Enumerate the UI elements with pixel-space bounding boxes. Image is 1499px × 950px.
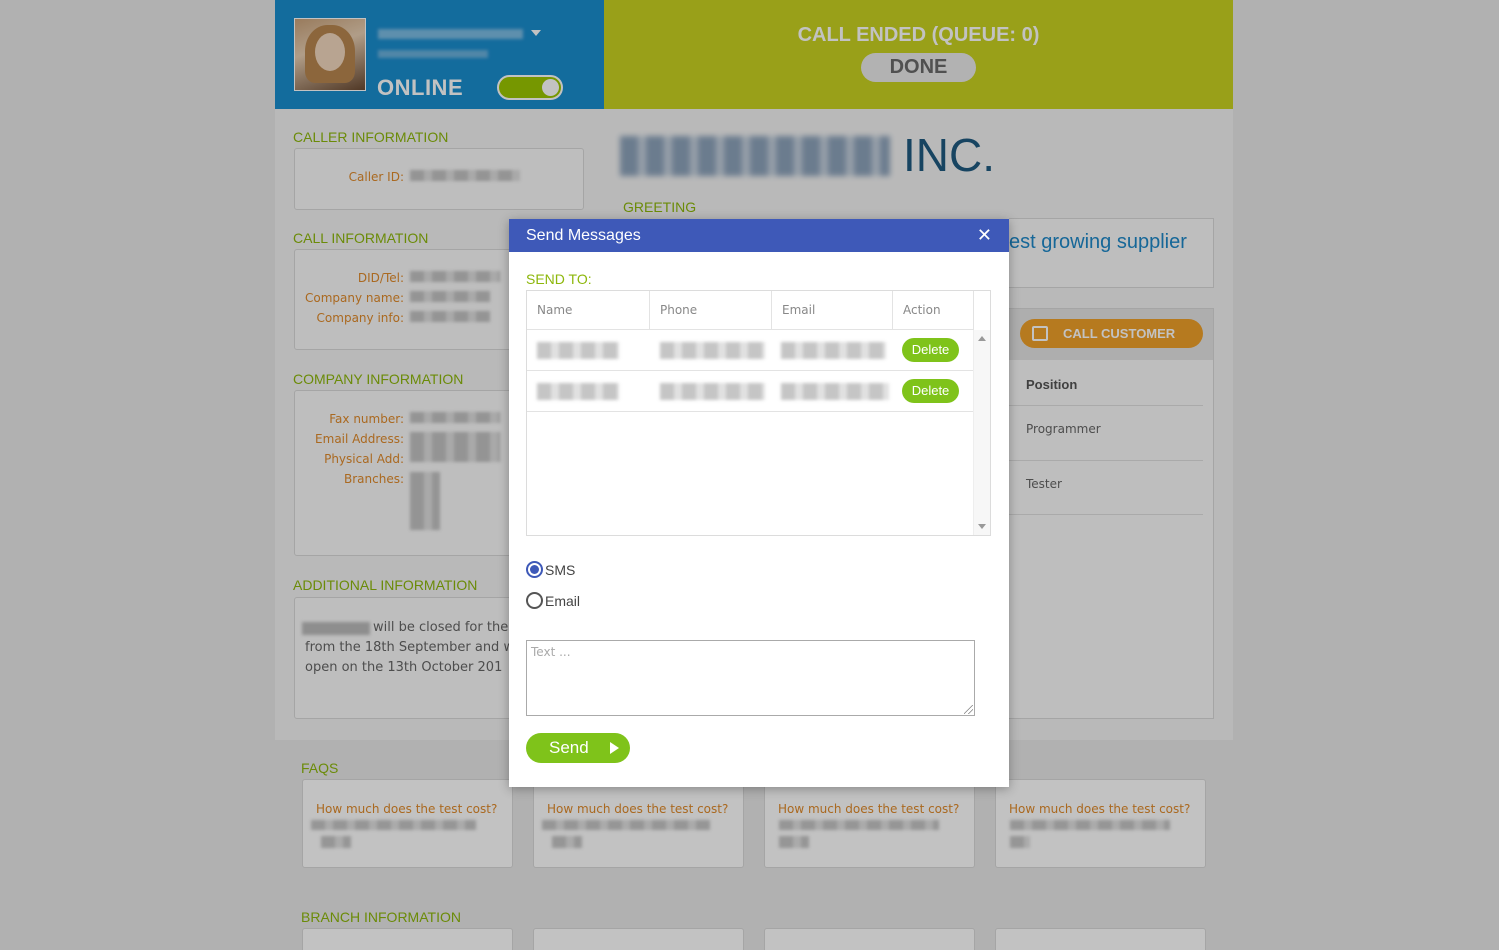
resize-handle-icon[interactable] <box>964 705 973 714</box>
column-header-name: Name <box>527 291 650 330</box>
sms-label: SMS <box>545 561 576 578</box>
send-messages-dialog: Send Messages ✕ SEND TO: Name Phone Emai… <box>509 219 1009 787</box>
dialog-header: Send Messages ✕ <box>509 219 1009 252</box>
recipient-email-redacted <box>781 342 886 359</box>
send-to-label: SEND TO: <box>526 271 592 287</box>
recipients-table: Name Phone Email Action Delete Delete <box>526 290 991 536</box>
play-arrow-icon <box>610 742 619 754</box>
sms-option[interactable]: SMS <box>526 561 575 578</box>
recipient-email-redacted <box>781 383 889 400</box>
recipient-name-redacted <box>537 342 619 359</box>
dialog-title: Send Messages <box>526 227 641 244</box>
delete-button[interactable]: Delete <box>902 379 959 403</box>
recipient-name-redacted <box>537 383 619 400</box>
column-header-phone: Phone <box>650 291 772 330</box>
email-radio[interactable] <box>526 592 543 609</box>
send-button[interactable]: Send <box>526 733 630 763</box>
table-scrollbar[interactable] <box>973 330 990 535</box>
recipient-phone-redacted <box>660 342 765 359</box>
close-icon[interactable]: ✕ <box>977 225 992 246</box>
delete-button[interactable]: Delete <box>902 338 959 362</box>
scroll-up-icon[interactable] <box>978 336 986 341</box>
email-label: Email <box>545 592 581 609</box>
table-row: Delete <box>527 330 973 371</box>
email-option[interactable]: Email <box>526 592 580 609</box>
table-row: Delete <box>527 371 973 412</box>
column-header-action: Action <box>893 291 974 330</box>
column-header-email: Email <box>772 291 893 330</box>
send-label: Send <box>549 738 589 757</box>
recipient-phone-redacted <box>660 383 765 400</box>
scroll-down-icon[interactable] <box>978 524 986 529</box>
message-textarea[interactable] <box>526 640 975 716</box>
sms-radio[interactable] <box>526 561 543 578</box>
